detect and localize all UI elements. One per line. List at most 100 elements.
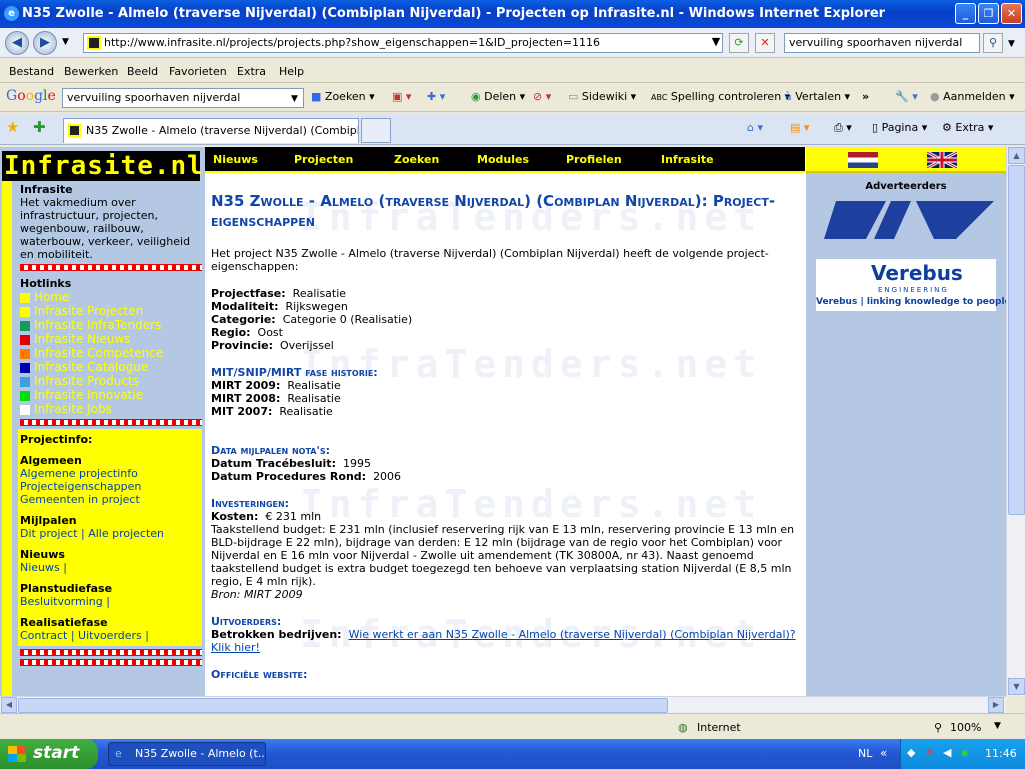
tab-bar: ★ ✚ N35 Zwolle - Almelo (traverse Nijver… [0,113,1025,145]
google-delen-button[interactable]: ◉ Delen ▾ [471,90,525,103]
tray-network-icon[interactable]: ▪ [961,746,968,759]
nav-modules[interactable]: Modules [477,153,529,166]
language-indicator[interactable]: NL [858,747,872,760]
horizontal-scrollbar[interactable]: ◀ ▶ [0,696,1006,713]
start-button[interactable]: start [0,739,98,769]
scroll-left-icon[interactable]: ◀ [1,697,17,713]
dutch-flag-icon[interactable] [848,152,878,168]
google-aanmelden-button[interactable]: ● Aanmelden ▾ [930,90,1015,103]
projectinfo-group-links[interactable]: Dit project | Alle projecten [20,527,200,540]
minimize-button[interactable]: _ [955,3,976,24]
address-input[interactable]: http://www.infrasite.nl/projects/project… [83,33,723,53]
favorites-star-icon[interactable]: ★ [6,118,19,136]
history-dropdown-icon[interactable]: ▼ [62,37,69,47]
hotlink-item[interactable]: Infrasite Jobs [20,402,202,416]
menu-beeld[interactable]: Beeld [127,65,158,78]
divider [20,649,202,656]
google-zoeken-button[interactable]: ■ Zoeken ▾ [311,90,375,103]
tab-active[interactable]: N35 Zwolle - Almelo (traverse Nijverdal)… [63,118,359,143]
wrench-icon[interactable]: 🔧 ▾ [895,90,918,103]
hotlink-item[interactable]: Infrasite Competence [20,346,202,360]
property-value: Realisatie [287,379,341,392]
verebus-advert[interactable]: Verebus ENGINEERING Verebus | linking kn… [816,259,1006,311]
zoom-icon[interactable]: ⚲ [934,721,942,734]
hotlink-item[interactable]: Infrasite InfraTenders [20,318,202,332]
tray-volume-icon[interactable]: ◀ [943,746,951,759]
tray-expand-icon[interactable]: « [880,746,887,760]
back-button[interactable]: ◀ [5,31,29,55]
google-search-input[interactable]: vervuiling spoorhaven nijverdal [62,88,304,108]
hotlink-item[interactable]: Infrasite Products [20,374,202,388]
english-flag-icon[interactable] [926,150,958,170]
bookmark-icon[interactable]: ▣ ▾ [392,90,411,103]
divider [20,659,202,666]
projectinfo-group-links[interactable]: Contract | Uitvoerders | [20,629,200,642]
taskbar-item-ie[interactable]: e N35 Zwolle - Almelo (t... [108,742,266,766]
search-options-icon[interactable]: ▼ [1008,39,1015,49]
clock[interactable]: 11:46 [985,747,1017,760]
property-row: MIT 2007: Realisatie [211,405,801,418]
hotlink-bullet-icon [20,306,30,317]
home-icon[interactable]: ⌂ ▾ [747,121,763,134]
google-search-dropdown-icon[interactable]: ▼ [291,94,298,104]
tray-app-icon[interactable]: ◆ [907,746,915,759]
tray-security-icon[interactable]: ✕ [925,746,934,759]
forward-button[interactable]: ▶ [33,31,57,55]
vertical-scrollbar[interactable]: ▲ ▼ [1006,147,1025,696]
horizontal-scroll-thumb[interactable] [18,698,668,713]
hotlink-item[interactable]: Infrasite Catalogue [20,360,202,374]
more-chevron-icon[interactable]: » [862,90,869,103]
hotlink-item[interactable]: Infrasite Nieuws [20,332,202,346]
tools-menu-button[interactable]: ⚙ Extra ▾ [942,121,993,134]
nav-zoeken[interactable]: Zoeken [394,153,439,166]
close-button[interactable]: ✕ [1001,3,1022,24]
page-menu-button[interactable]: ▯ Pagina ▾ [872,121,927,134]
maximize-button[interactable]: ❐ [978,3,999,24]
projectinfo-group-links[interactable]: Nieuws | [20,561,200,574]
property-label: Regio: [211,326,251,339]
popup-blocker-icon[interactable]: ⊘ ▾ [533,90,551,103]
vertical-scroll-thumb[interactable] [1008,165,1025,515]
dhv-advert[interactable] [816,193,996,245]
scroll-down-icon[interactable]: ▼ [1008,678,1025,695]
nav-infrasite[interactable]: Infrasite [661,153,714,166]
projectinfo-group-links[interactable]: Besluitvorming | [20,595,200,608]
scroll-up-icon[interactable]: ▲ [1008,147,1025,164]
search-icon[interactable]: ⚲ [983,33,1003,53]
hotlink-item[interactable]: Infrasite Innovatie [20,388,202,402]
nav-nieuws[interactable]: Nieuws [213,153,258,166]
hotlink-label: Infrasite Jobs [34,402,112,416]
menu-bestand[interactable]: Bestand [9,65,54,78]
menu-extra[interactable]: Extra [237,65,266,78]
scroll-right-icon[interactable]: ▶ [988,697,1004,713]
zoom-level[interactable]: 100% [950,721,981,734]
google-vertalen-button[interactable]: à Vertalen ▾ [785,90,850,103]
web-page: InfraTenders.net InfraTenders.net InfraT… [0,147,1006,696]
zoom-dropdown-icon[interactable]: ▼ [994,721,1001,731]
google-sidewiki-button[interactable]: ▭ Sidewiki ▾ [568,90,636,103]
refresh-button[interactable]: ⟳ [729,33,749,53]
stop-button[interactable]: ✕ [755,33,775,53]
projectinfo-group-links[interactable]: Algemene projectinfo Projecteigenschappe… [20,467,200,506]
add-favorite-icon[interactable]: ✚ [33,118,46,136]
nav-projecten[interactable]: Projecten [294,153,353,166]
address-dropdown-icon[interactable]: ▼ [706,33,726,53]
hotlink-label: Infrasite Nieuws [34,332,131,346]
live-search-input[interactable]: vervuiling spoorhaven nijverdal [784,33,980,53]
new-tab-button[interactable] [361,118,391,143]
hotlink-item[interactable]: Home [20,290,202,304]
rss-icon[interactable]: ▤ ▾ [790,121,809,134]
menu-help[interactable]: Help [279,65,304,78]
google-aanmelden-label: Aanmelden [943,90,1006,103]
property-row: Datum Tracébesluit: 1995 [211,457,801,470]
menu-bewerken[interactable]: Bewerken [64,65,118,78]
hotlink-item[interactable]: Infrasite Projecten [20,304,202,318]
plus-icon[interactable]: ✚ ▾ [427,90,445,103]
site-logo[interactable]: Infrasite.nl [2,151,203,181]
page-title: N35 Zwolle - Almelo (traverse Nijverdal)… [211,192,776,230]
print-icon[interactable]: ⎙ ▾ [834,121,852,135]
nav-profielen[interactable]: Profielen [566,153,622,166]
menu-favorieten[interactable]: Favorieten [169,65,227,78]
google-spelling-button[interactable]: ABC Spelling controleren ▾ [651,90,790,103]
google-toolbar: Google vervuiling spoorhaven nijverdal ▼… [0,84,1025,112]
